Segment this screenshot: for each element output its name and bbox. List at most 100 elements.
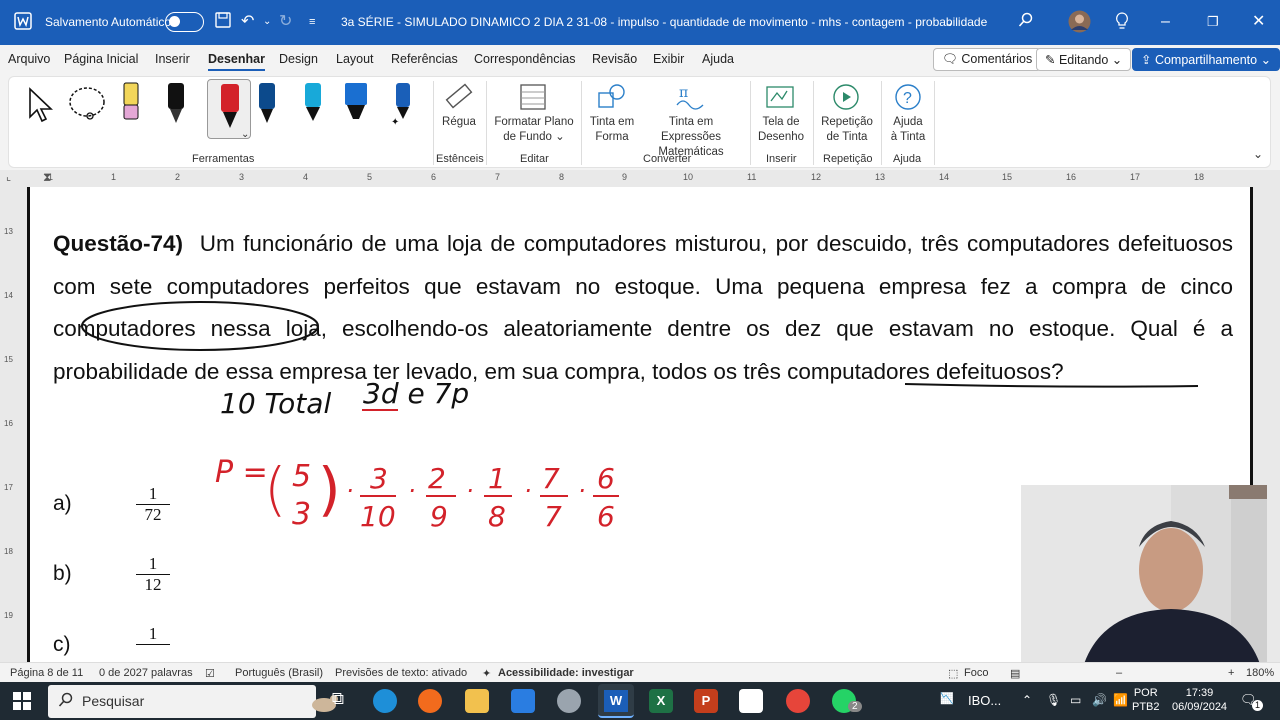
ruler-button-label[interactable]: Régua (442, 115, 476, 130)
document-title[interactable]: 3a SÉRIE - SIMULADO DINAMICO 2 DIA 2 31-… (341, 15, 987, 29)
ink-replay-icon[interactable] (832, 83, 860, 116)
lightbulb-icon[interactable] (1115, 12, 1129, 36)
menu-desenhar[interactable]: Desenhar (208, 52, 265, 71)
text-predictions[interactable]: Previsões de texto: ativado (335, 667, 467, 679)
focus-mode[interactable]: Foco (964, 667, 988, 679)
action-pen-icon[interactable]: ✦ (391, 81, 415, 132)
chrome-icon[interactable] (786, 689, 810, 713)
accessibility-icon[interactable]: ✦ (482, 667, 491, 680)
menu-exibir[interactable]: Exibir (653, 52, 684, 66)
page-counter[interactable]: Página 8 de 11 (10, 667, 83, 679)
restore-icon[interactable]: ❐ (1207, 12, 1219, 32)
wifi-icon[interactable]: 📶 (1113, 693, 1128, 707)
pen-red-selected[interactable]: ⌄ (207, 79, 251, 140)
ink-to-shape-label[interactable]: Tinta em Forma (587, 115, 637, 145)
undo-dropdown-icon[interactable]: ⌄ (263, 12, 271, 32)
select-arrow-icon[interactable] (27, 87, 55, 130)
title-chevron-icon[interactable]: ⌄ (944, 12, 954, 32)
format-background-label[interactable]: Formatar Plano de Fundo ⌄ (491, 115, 577, 145)
editing-button[interactable]: ✎ Editando ⌄ (1036, 48, 1132, 71)
ink-help-label[interactable]: Ajuda à Tinta (885, 115, 931, 145)
powerpoint-icon[interactable]: P (694, 689, 718, 713)
title-bar: Salvamento Automático ↶ ⌄ ↻ ≡ 3a SÉRIE -… (0, 0, 1280, 45)
save-icon[interactable] (215, 12, 231, 34)
firefox-icon[interactable] (418, 689, 442, 713)
taskbar-search[interactable]: Pesquisar (48, 685, 338, 718)
comments-button[interactable]: 🗨 Comentários (933, 48, 1042, 71)
edge-icon[interactable] (373, 689, 397, 713)
menu-pagina-inicial[interactable]: Página Inicial (64, 52, 138, 66)
focus-icon[interactable]: ⬚ (948, 667, 958, 680)
option-c-fraction[interactable]: 1 (136, 624, 170, 645)
ruler-tab-selector[interactable]: ⌞ (6, 170, 11, 183)
windows-start-icon[interactable] (13, 692, 31, 715)
microphone-icon[interactable]: 🎙 (1046, 693, 1061, 707)
undo-icon[interactable]: ↶ (241, 12, 254, 32)
file-explorer-icon[interactable] (465, 689, 489, 713)
eraser-icon[interactable] (121, 81, 141, 130)
ink-to-math-icon[interactable]: π (675, 83, 705, 116)
ink-to-shape-icon[interactable] (597, 83, 627, 116)
pen-cyan-icon[interactable] (303, 81, 323, 132)
highlighter-blue-icon[interactable] (342, 81, 370, 132)
option-b-fraction[interactable]: 1 12 (136, 554, 170, 595)
whatsapp-icon[interactable]: 2 (832, 689, 862, 713)
ink-frac-num: 6 (597, 462, 615, 495)
word-taskbar-active[interactable]: W (598, 684, 634, 718)
language-indicator[interactable]: Português (Brasil) (235, 667, 323, 679)
menu-design[interactable]: Design (279, 52, 318, 66)
menu-referencias[interactable]: Referências (391, 52, 458, 66)
menu-ajuda[interactable]: Ajuda (702, 52, 734, 66)
mail-icon[interactable] (511, 689, 535, 713)
ink-frac-num: 7 (542, 462, 560, 495)
word-icon[interactable] (14, 12, 32, 36)
accessibility-status[interactable]: Acessibilidade: investigar (498, 667, 634, 679)
redo-icon[interactable]: ↻ (279, 12, 292, 32)
menu-inserir[interactable]: Inserir (155, 52, 190, 66)
excel-icon[interactable]: X (649, 689, 673, 713)
lasso-select-icon[interactable] (67, 85, 109, 130)
horizontal-ruler: ⌞ ⧗ 1 1 2 3 4 5 6 7 8 9 10 11 12 13 14 1… (0, 170, 1280, 187)
zoom-in-icon[interactable]: + (1228, 667, 1234, 679)
app-icon[interactable] (557, 689, 581, 713)
pen-black-icon[interactable] (166, 81, 186, 132)
menu-arquivo[interactable]: Arquivo (8, 52, 50, 66)
option-a-fraction[interactable]: 1 72 (136, 484, 170, 525)
autosave-label: Salvamento Automático (45, 15, 172, 29)
proofing-icon[interactable]: ☑ (205, 667, 215, 680)
whiteboard-icon[interactable] (739, 689, 763, 713)
network-icon[interactable]: ▭ (1070, 693, 1081, 707)
autosave-toggle[interactable] (165, 12, 204, 32)
read-mode-icon[interactable]: ▤ (1010, 667, 1020, 680)
task-view-icon[interactable]: ⧉ (326, 689, 350, 713)
menu-layout[interactable]: Layout (336, 52, 374, 66)
search-icon[interactable] (1018, 12, 1034, 34)
background-format-icon[interactable] (519, 83, 547, 116)
drawing-canvas-icon[interactable] (765, 83, 795, 116)
word-counter[interactable]: 0 de 2027 palavras (99, 667, 193, 679)
customize-toolbar-icon[interactable]: ≡ (309, 12, 315, 32)
menu-correspondencias[interactable]: Correspondências (474, 52, 575, 66)
menu-revisao[interactable]: Revisão (592, 52, 637, 66)
minimize-icon[interactable]: – (1161, 12, 1170, 32)
ink-circle-cinco-computadores (81, 301, 319, 351)
close-icon[interactable]: ✕ (1252, 12, 1265, 32)
ribbon-collapse-chevron-icon[interactable]: ⌄ (1253, 147, 1263, 161)
ruler-icon[interactable] (444, 81, 474, 116)
user-avatar[interactable] (1068, 10, 1091, 39)
clock[interactable]: 17:39 06/09/2024 (1172, 686, 1227, 714)
help-icon[interactable]: ? (894, 83, 922, 116)
stock-icon[interactable]: 📉 (940, 692, 954, 706)
ink-frac-num: 2 (428, 462, 446, 495)
zoom-level[interactable]: 180% (1246, 667, 1274, 679)
share-button[interactable]: ⇪ Compartilhamento ⌄ (1132, 48, 1280, 71)
stock-ticker[interactable]: IBO... (968, 694, 1001, 708)
zoom-out-icon[interactable]: – (1116, 667, 1122, 679)
volume-icon[interactable]: 🔊 (1092, 693, 1107, 707)
input-language[interactable]: POR PTB2 (1132, 686, 1160, 714)
drawing-canvas-label[interactable]: Tela de Desenho (756, 115, 806, 145)
webcam-overlay[interactable] (1021, 485, 1267, 667)
pen-darkblue-icon[interactable] (257, 81, 277, 132)
ink-replay-label[interactable]: Repetição de Tinta (817, 115, 877, 145)
tray-chevron-icon[interactable]: ⌃ (1022, 693, 1032, 707)
